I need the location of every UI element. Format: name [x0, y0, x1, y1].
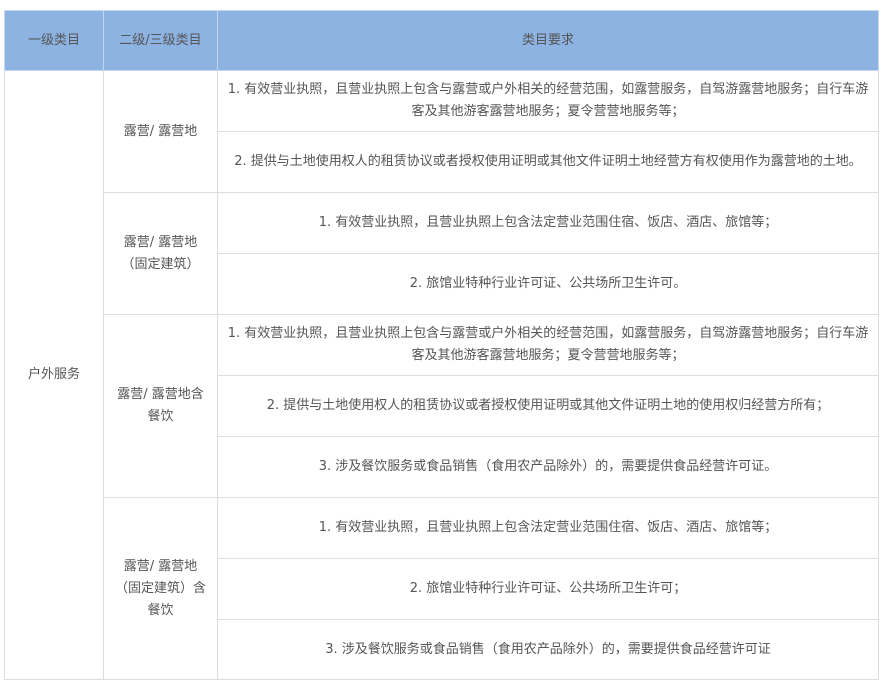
requirement-cell: 1. 有效营业执照，且营业执照上包含法定营业范围住宿、饭店、酒店、旅馆等；: [217, 192, 879, 254]
table-row: 露营/ 露营地（固定建筑） 1. 有效营业执照，且营业执照上包含法定营业范围住宿…: [5, 192, 879, 315]
requirement-cell: 1. 有效营业执照，且营业执照上包含与露营或户外相关的经营范围，如露营服务，自驾…: [217, 314, 879, 376]
requirement-cell: 2. 旅馆业特种行业许可证、公共场所卫生许可。: [217, 253, 879, 315]
requirement-cell: 3. 涉及餐饮服务或食品销售（食用农产品除外）的，需要提供食品经营许可证。: [217, 436, 879, 498]
table-row: 户外服务 露营/ 露营地 1. 有效营业执照，且营业执照上包含与露营或户外相关的…: [4, 70, 879, 680]
table-body: 户外服务 露营/ 露营地 1. 有效营业执照，且营业执照上包含与露营或户外相关的…: [4, 70, 879, 680]
requirement-cell: 2. 提供与土地使用权人的租赁协议或者授权使用证明或其他文件证明土地的使用权归经…: [217, 375, 879, 437]
header-requirements: 类目要求: [217, 10, 879, 71]
header-secondary-category: 二级/三级类目: [103, 10, 218, 71]
requirement-cell: 3. 涉及餐饮服务或食品销售（食用农产品除外）的，需要提供食品经营许可证: [217, 619, 879, 680]
secondary-category-cell: 露营/ 露营地含餐饮: [103, 314, 218, 498]
requirement-cell: 1. 有效营业执照，且营业执照上包含法定营业范围住宿、饭店、酒店、旅馆等；: [217, 497, 879, 559]
requirement-cell: 2. 提供与土地使用权人的租赁协议或者授权使用证明或其他文件证明土地经营方有权使…: [217, 131, 879, 193]
category-requirements-table-wrapper: 一级类目 二级/三级类目 类目要求 户外服务 露营/ 露营地 1. 有效营业执照…: [4, 10, 879, 680]
table-row: 露营/ 露营地（固定建筑）含餐饮 1. 有效营业执照，且营业执照上包含法定营业范…: [5, 497, 879, 680]
primary-category-cell: 户外服务: [4, 70, 104, 680]
table-header: 一级类目 二级/三级类目 类目要求: [4, 10, 879, 71]
secondary-category-cell: 露营/ 露营地（固定建筑）: [103, 192, 218, 315]
table-row: 露营/ 露营地含餐饮 1. 有效营业执照，且营业执照上包含与露营或户外相关的经营…: [5, 314, 879, 498]
requirement-cell: 2. 旅馆业特种行业许可证、公共场所卫生许可；: [217, 558, 879, 620]
secondary-category-cell: 露营/ 露营地: [103, 70, 218, 193]
secondary-category-cell: 露营/ 露营地（固定建筑）含餐饮: [103, 497, 218, 680]
header-row: 一级类目 二级/三级类目 类目要求: [4, 10, 879, 71]
header-primary-category: 一级类目: [4, 10, 104, 71]
requirement-cell: 1. 有效营业执照，且营业执照上包含与露营或户外相关的经营范围，如露营服务，自驾…: [217, 70, 879, 132]
category-requirements-table: 一级类目 二级/三级类目 类目要求 户外服务 露营/ 露营地 1. 有效营业执照…: [4, 10, 879, 680]
